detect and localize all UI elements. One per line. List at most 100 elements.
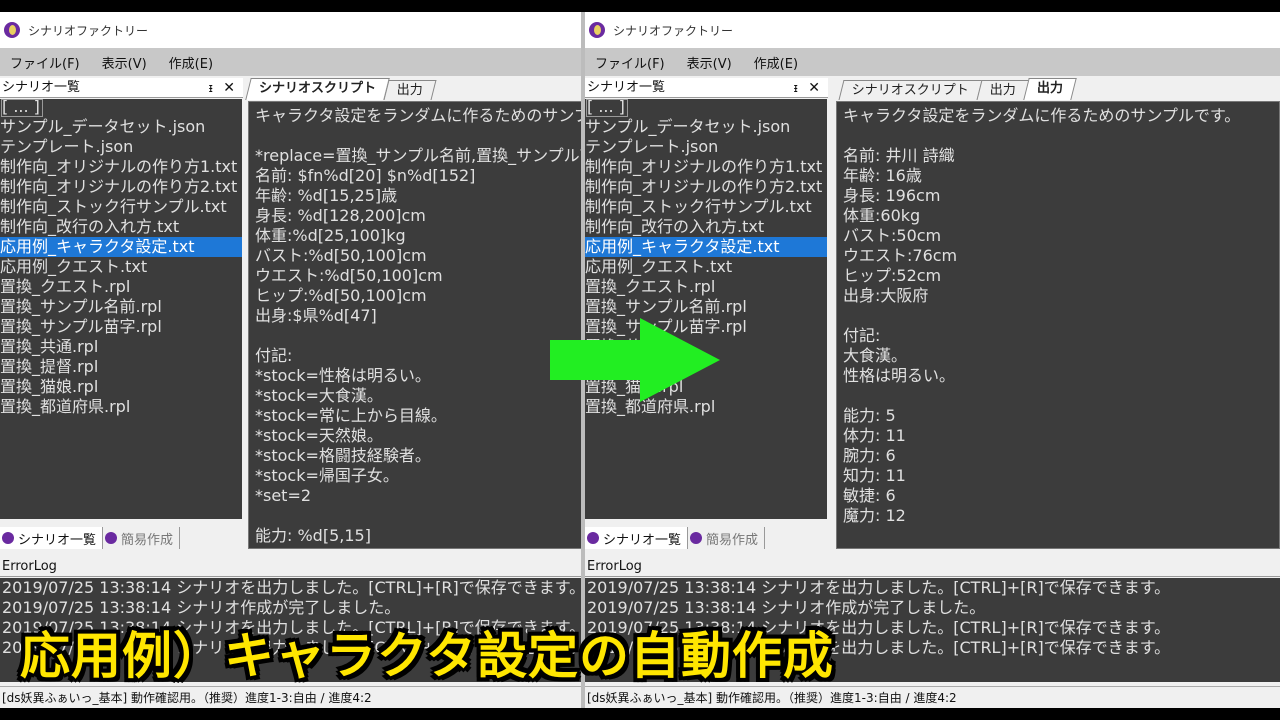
scenario-list-header: シナリオ一覧 ᵻ ✕ <box>0 78 243 98</box>
scenario-list-header: シナリオ一覧 ᵻ ✕ <box>585 78 828 98</box>
list-item[interactable]: 応用例_クエスト.txt <box>0 257 242 277</box>
editor-line: 出身:$県%d[47] <box>255 306 377 325</box>
title-bar: シナリオファクトリー <box>585 12 1280 48</box>
bottom-black-bar <box>0 708 1280 720</box>
pin-icon[interactable]: ᵻ <box>794 78 798 98</box>
list-item[interactable]: 置換_サンプル名前.rpl <box>0 297 242 317</box>
tab-scenario-list[interactable]: シナリオ一覧 <box>585 527 689 549</box>
list-item[interactable]: [ ... ] <box>1 99 43 117</box>
video-caption: 応用例）キャラクタ設定の自動作成 <box>20 627 834 685</box>
list-item[interactable]: サンプル_データセット.json <box>0 117 242 137</box>
editor-line: *stock=天然娘。 <box>255 426 383 445</box>
pin-icon[interactable]: ᵻ <box>209 78 213 98</box>
editor-line: バスト:%d[50,100]cm <box>255 246 427 265</box>
output-line: バスト:50cm <box>843 226 942 245</box>
tab-quick-create[interactable]: 簡易作成 <box>688 527 766 549</box>
list-item[interactable]: [ ... ] <box>586 99 628 117</box>
list-item[interactable]: 置換_クエスト.rpl <box>0 277 242 297</box>
output-line: 体重:60kg <box>843 206 921 225</box>
output-line: キャラクタ設定をランダムに作るためのサンプルです。 <box>843 106 1241 125</box>
close-icon[interactable]: ✕ <box>223 78 235 98</box>
output-line: 付記: <box>843 326 881 345</box>
menu-create[interactable]: 作成(E) <box>754 53 798 72</box>
list-item[interactable]: 置換_提督.rpl <box>0 357 242 377</box>
list-item[interactable]: 置換_サンプル名前.rpl <box>585 297 827 317</box>
script-editor[interactable]: キャラクタ設定をランダムに作るためのサンプルです。 *replace=置換_サン… <box>248 101 581 549</box>
menu-file[interactable]: ファイル(F) <box>10 53 80 72</box>
log-line: 2019/07/25 13:38:14 シナリオを出力しました。[CTRL]+[… <box>587 578 1171 597</box>
menu-view[interactable]: 表示(V) <box>102 53 147 72</box>
output-line: 体力: 11 <box>843 426 906 445</box>
output-view[interactable]: キャラクタ設定をランダムに作るためのサンプルです。 名前: 井川 詩織 年齢: … <box>836 101 1280 549</box>
editor-line: 能力: %d[5,15] <box>255 526 371 545</box>
editor-line: ヒップ:%d[50,100]cm <box>255 286 427 305</box>
tab-scenario-script[interactable]: シナリオスクリプト <box>838 80 983 100</box>
list-item-selected[interactable]: 応用例_キャラクタ設定.txt <box>0 237 242 257</box>
menu-view[interactable]: 表示(V) <box>687 53 732 72</box>
list-item[interactable]: 置換_共通.rpl <box>0 337 242 357</box>
editor-line: *set=2 <box>255 486 312 505</box>
list-item[interactable]: 制作向_ストック行サンプル.txt <box>0 197 242 217</box>
menu-create[interactable]: 作成(E) <box>169 53 213 72</box>
output-line: 敏捷: 6 <box>843 486 896 505</box>
list-item[interactable]: テンプレート.json <box>0 137 242 157</box>
editor-line: *stock=常に上から目線。 <box>255 406 447 425</box>
scenario-file-list: [ ... ] サンプル_データセット.json テンプレート.json 制作向… <box>585 99 827 519</box>
log-line: 2019/07/25 13:38:14 シナリオ作成が完了しました。 <box>2 598 401 617</box>
output-line: 年齢: 16歳 <box>843 166 922 185</box>
sidebar-tabs: シナリオ一覧 簡易作成 <box>0 526 243 550</box>
editor-tabs: シナリオスクリプト 出力 出力 <box>838 78 1077 100</box>
close-icon[interactable]: ✕ <box>808 78 820 98</box>
editor-line: 年齢: %d[15,25]歳 <box>255 186 398 205</box>
list-item[interactable]: 制作向_オリジナルの作り方1.txt <box>0 157 242 177</box>
tab-output[interactable]: 出力 <box>383 80 437 100</box>
tab-output[interactable]: 出力 <box>976 80 1030 100</box>
menu-file[interactable]: ファイル(F) <box>595 53 665 72</box>
app-icon <box>105 532 118 544</box>
list-item[interactable]: 制作向_改行の入れ方.txt <box>0 217 242 237</box>
output-line: 性格は明るい。 <box>843 366 956 385</box>
output-line: 能力: 5 <box>843 406 896 425</box>
editor-line: *stock=帰国子女。 <box>255 466 399 485</box>
list-item[interactable]: 制作向_オリジナルの作り方1.txt <box>585 157 827 177</box>
top-black-bar <box>0 0 1280 12</box>
editor-line: 身長: %d[128,200]cm <box>255 206 426 225</box>
app-icon <box>690 532 703 544</box>
log-line: 2019/07/25 13:38:14 シナリオを出力しました。[CTRL]+[… <box>2 578 581 597</box>
list-item[interactable]: 応用例_クエスト.txt <box>585 257 827 277</box>
editor-tabs: シナリオスクリプト 出力 <box>245 78 437 100</box>
scenario-list-title: シナリオ一覧 <box>587 80 666 95</box>
output-line: ヒップ:52cm <box>843 266 942 285</box>
tab-label: 簡易作成 <box>706 532 759 548</box>
list-item[interactable]: 置換_猫娘.rpl <box>0 377 242 397</box>
list-item[interactable]: 制作向_改行の入れ方.txt <box>585 217 827 237</box>
editor-line: キャラクタ設定をランダムに作るためのサンプルです。 <box>255 106 581 125</box>
output-line: 腕力: 6 <box>843 446 896 465</box>
tab-scenario-list[interactable]: シナリオ一覧 <box>0 527 104 549</box>
app-icon <box>4 22 20 38</box>
list-item[interactable]: テンプレート.json <box>585 137 827 157</box>
list-item[interactable]: 制作向_オリジナルの作り方2.txt <box>585 177 827 197</box>
left-app-window: シナリオファクトリー ファイル(F) 表示(V) 作成(E) シナリオ一覧 ᵻ … <box>0 12 581 708</box>
editor-line: 付記: <box>255 346 293 365</box>
editor-line: 体重:%d[25,100]kg <box>255 226 406 245</box>
list-item-selected[interactable]: 応用例_キャラクタ設定.txt <box>585 237 827 257</box>
tab-output-active[interactable]: 出力 <box>1023 78 1077 100</box>
list-item[interactable]: 置換_都道府県.rpl <box>0 397 242 417</box>
editor-line: *replace=置換_サンプル名前,置換_サンプル苗字 <box>255 146 581 165</box>
list-item[interactable]: 制作向_オリジナルの作り方2.txt <box>0 177 242 197</box>
scenario-list-title: シナリオ一覧 <box>2 80 81 95</box>
list-item[interactable]: 制作向_ストック行サンプル.txt <box>585 197 827 217</box>
tab-label: シナリオ一覧 <box>18 532 97 548</box>
output-line: ウエスト:76cm <box>843 246 958 265</box>
list-item[interactable]: サンプル_データセット.json <box>585 117 827 137</box>
tab-scenario-script[interactable]: シナリオスクリプト <box>245 78 390 100</box>
tab-quick-create[interactable]: 簡易作成 <box>103 527 181 549</box>
list-item[interactable]: 置換_サンプル苗字.rpl <box>0 317 242 337</box>
list-item[interactable]: 置換_クエスト.rpl <box>585 277 827 297</box>
scenario-file-list: [ ... ] サンプル_データセット.json テンプレート.json 制作向… <box>0 99 242 519</box>
